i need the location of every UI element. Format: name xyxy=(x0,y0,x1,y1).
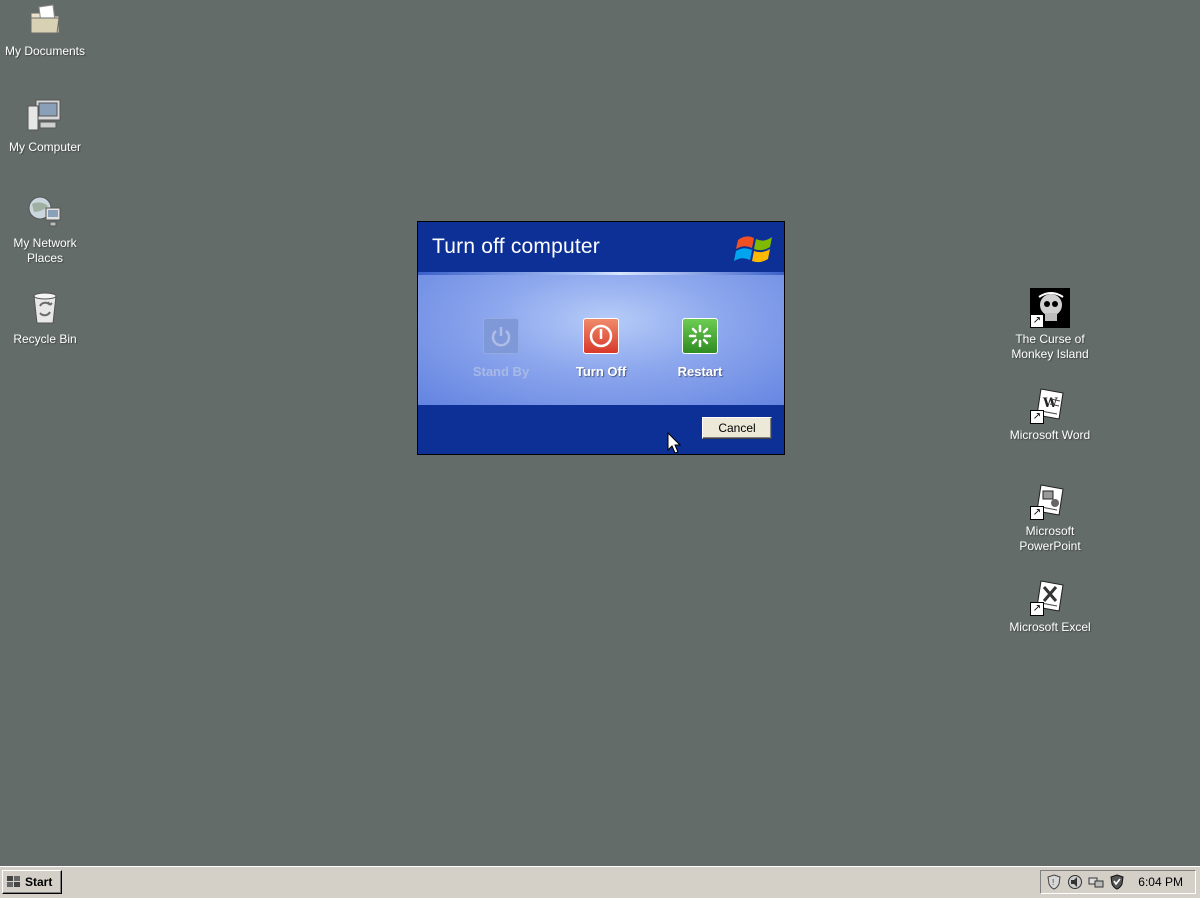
svg-text:!: ! xyxy=(1052,878,1054,887)
dialog-title-bar: Turn off computer xyxy=(418,222,784,272)
turn-off-computer-dialog: Turn off computer Stand By Turn Off Rest… xyxy=(417,221,785,455)
desktop-icon-label: My Documents xyxy=(4,44,86,58)
security-shield-icon[interactable]: ! xyxy=(1046,874,1062,890)
antivirus-icon[interactable] xyxy=(1109,874,1125,890)
desktop-icon-label: My Computer xyxy=(8,140,82,154)
svg-text:W: W xyxy=(1042,396,1058,411)
restart-icon xyxy=(682,318,718,354)
turn-off-button[interactable]: Turn Off xyxy=(561,318,641,379)
desktop-icon-label: Microsoft Excel xyxy=(1009,620,1091,634)
desktop-icon-microsoft-word[interactable]: W ↗ Microsoft Word xyxy=(1002,384,1098,443)
desktop-icon-label: My Network Places xyxy=(13,236,77,265)
start-button[interactable]: Start xyxy=(2,870,62,894)
desktop-icon-curse-of-monkey-island[interactable]: ↗ The Curse of Monkey Island xyxy=(1002,288,1098,362)
shortcut-arrow-icon: ↗ xyxy=(1030,506,1044,520)
stand-by-icon xyxy=(483,318,519,354)
start-label: Start xyxy=(25,875,53,889)
mouse-pointer-icon xyxy=(667,432,681,454)
system-tray: ! 6:04 PM xyxy=(1040,870,1196,894)
network-icon xyxy=(25,192,65,232)
stand-by-button[interactable]: Stand By xyxy=(461,318,541,379)
computer-icon xyxy=(25,96,65,136)
restart-button[interactable]: Restart xyxy=(660,318,740,379)
shortcut-arrow-icon: ↗ xyxy=(1030,314,1044,328)
clock[interactable]: 6:04 PM xyxy=(1138,875,1183,889)
shortcut-arrow-icon: ↗ xyxy=(1030,410,1044,424)
power-off-icon xyxy=(583,318,619,354)
stand-by-label: Stand By xyxy=(472,364,530,379)
turn-off-label: Turn Off xyxy=(575,364,627,379)
desktop-icon-label: Recycle Bin xyxy=(13,332,77,346)
desktop-icon-label: Microsoft PowerPoint xyxy=(1019,524,1081,553)
folder-icon xyxy=(25,0,65,40)
excel-document-icon: ↗ xyxy=(1030,576,1070,616)
skull-game-icon: ↗ xyxy=(1030,288,1070,328)
taskbar: Start ! 6:04 PM xyxy=(0,866,1200,898)
network-connection-icon[interactable] xyxy=(1088,874,1104,890)
windows-flag-icon xyxy=(7,876,20,887)
desktop-icon-microsoft-excel[interactable]: ↗ Microsoft Excel xyxy=(1002,576,1098,635)
word-document-icon: W ↗ xyxy=(1030,384,1070,424)
desktop-icon-label: The Curse of Monkey Island xyxy=(1011,332,1089,361)
desktop-icon-recycle-bin[interactable]: Recycle Bin xyxy=(0,288,93,347)
shortcut-arrow-icon: ↗ xyxy=(1030,602,1044,616)
recycle-bin-icon xyxy=(25,288,65,328)
desktop-icon-my-network-places[interactable]: My Network Places xyxy=(0,192,93,266)
restart-label: Restart xyxy=(677,364,723,379)
windows-logo-icon xyxy=(734,236,772,263)
speaker-icon[interactable] xyxy=(1067,874,1083,890)
desktop[interactable]: My Documents My Computer My Network Plac… xyxy=(0,0,1200,866)
dialog-title: Turn off computer xyxy=(432,235,600,258)
cancel-button[interactable]: Cancel xyxy=(702,417,772,439)
powerpoint-document-icon: ↗ xyxy=(1030,480,1070,520)
desktop-icon-label: Microsoft Word xyxy=(1009,428,1091,442)
desktop-icon-my-documents[interactable]: My Documents xyxy=(0,0,93,59)
desktop-icon-microsoft-powerpoint[interactable]: ↗ Microsoft PowerPoint xyxy=(1002,480,1098,554)
desktop-icon-my-computer[interactable]: My Computer xyxy=(0,96,93,155)
